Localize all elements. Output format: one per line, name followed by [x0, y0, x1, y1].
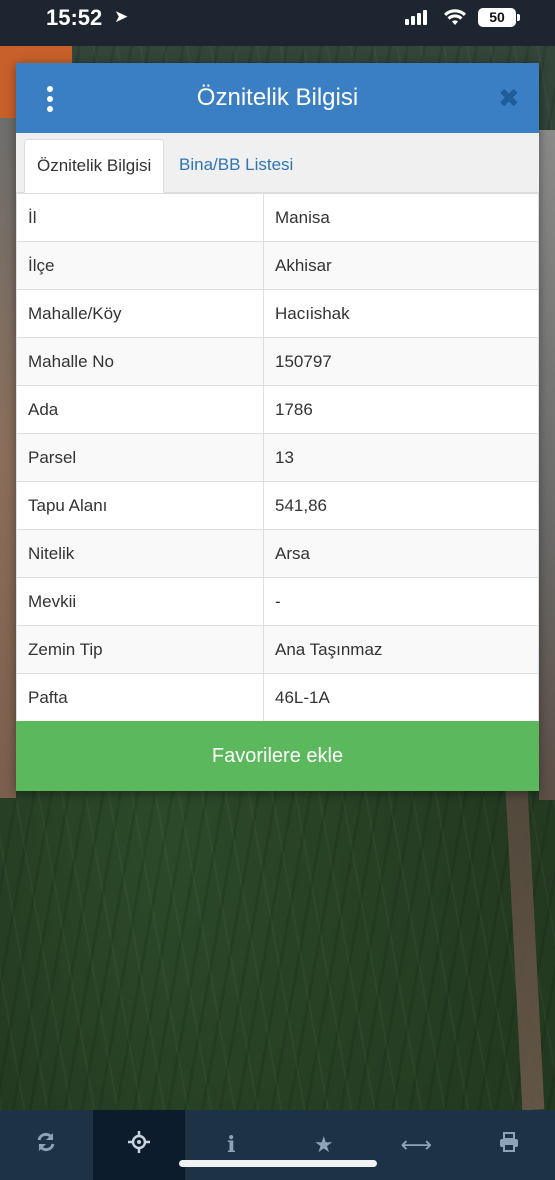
table-row: İlçe Akhisar	[16, 241, 539, 290]
wifi-icon	[443, 7, 467, 33]
attribute-value: 46L-1A	[263, 673, 539, 722]
attribute-value: -	[263, 577, 539, 626]
table-row: Mahalle/Köy Hacıishak	[16, 289, 539, 338]
attribute-key: Tapu Alanı	[16, 481, 264, 530]
info-button[interactable]: i	[185, 1110, 278, 1180]
star-icon: ★	[313, 1132, 334, 1157]
status-bar: 15:52 ➤ 50	[0, 0, 555, 46]
attribute-modal: Öznitelik Bilgisi ✖ Öznitelik Bilgisi Bi…	[16, 63, 539, 791]
refresh-button[interactable]	[0, 1110, 93, 1180]
table-row: Tapu Alanı 541,86	[16, 481, 539, 530]
attribute-key: Mahalle No	[16, 337, 264, 386]
attribute-key: Mevkii	[16, 577, 264, 626]
close-icon[interactable]: ✖	[498, 83, 520, 114]
table-row: İl Manisa	[16, 193, 539, 242]
battery-tip	[517, 14, 520, 21]
table-row: Parsel 13	[16, 433, 539, 482]
table-row: Pafta 46L-1A	[16, 673, 539, 722]
attribute-value: Arsa	[263, 529, 539, 578]
measure-button[interactable]: ⟷	[370, 1110, 463, 1180]
battery-icon: 50	[478, 8, 516, 27]
attribute-key: Pafta	[16, 673, 264, 722]
table-row: Nitelik Arsa	[16, 529, 539, 578]
print-button[interactable]	[463, 1110, 555, 1180]
location-arrow-icon: ➤	[114, 7, 129, 26]
attribute-value: Akhisar	[263, 241, 539, 290]
attribute-key: Ada	[16, 385, 264, 434]
attribute-table: İl Manisa İlçe Akhisar Mahalle/Köy Hacıishak M…	[16, 193, 539, 722]
attribute-value: 13	[263, 433, 539, 482]
attribute-key: İl	[16, 193, 264, 242]
table-row: Mevkii -	[16, 577, 539, 626]
info-icon: i	[227, 1132, 236, 1158]
attribute-value: Manisa	[263, 193, 539, 242]
attribute-value: 150797	[263, 337, 539, 386]
refresh-icon	[35, 1131, 57, 1159]
cellular-signal-icon	[405, 10, 427, 25]
modal-header: Öznitelik Bilgisi ✖	[16, 63, 539, 133]
add-to-favorites-button[interactable]: Favorilere ekle	[16, 721, 539, 791]
bottom-toolbar: i ★ ⟷	[0, 1110, 555, 1180]
table-row: Mahalle No 150797	[16, 337, 539, 386]
locate-button[interactable]	[92, 1110, 185, 1180]
print-icon	[498, 1131, 520, 1159]
table-row: Zemin Tip Ana Taşınmaz	[16, 625, 539, 674]
map-feature	[0, 118, 16, 798]
attribute-key: Parsel	[16, 433, 264, 482]
crosshair-icon	[127, 1131, 150, 1159]
attribute-key: İlçe	[16, 241, 264, 290]
more-menu-icon[interactable]	[46, 86, 54, 112]
measure-icon: ⟷	[400, 1132, 433, 1157]
home-indicator[interactable]	[179, 1160, 377, 1167]
map-feature	[539, 130, 555, 800]
attribute-value: 541,86	[263, 481, 539, 530]
favorites-button[interactable]: ★	[278, 1110, 371, 1180]
attribute-key: Nitelik	[16, 529, 264, 578]
tab-bar: Öznitelik Bilgisi Bina/BB Listesi	[16, 133, 539, 193]
attribute-key: Mahalle/Köy	[16, 289, 264, 338]
modal-title: Öznitelik Bilgisi	[196, 84, 359, 111]
status-time: 15:52	[46, 5, 103, 30]
table-row: Ada 1786	[16, 385, 539, 434]
tab-building-list[interactable]: Bina/BB Listesi	[167, 139, 305, 193]
attribute-value: Ana Taşınmaz	[263, 625, 539, 674]
tab-attribute-info[interactable]: Öznitelik Bilgisi	[24, 139, 165, 193]
attribute-key: Zemin Tip	[16, 625, 264, 674]
attribute-value: Hacıishak	[263, 289, 539, 338]
attribute-value: 1786	[263, 385, 539, 434]
